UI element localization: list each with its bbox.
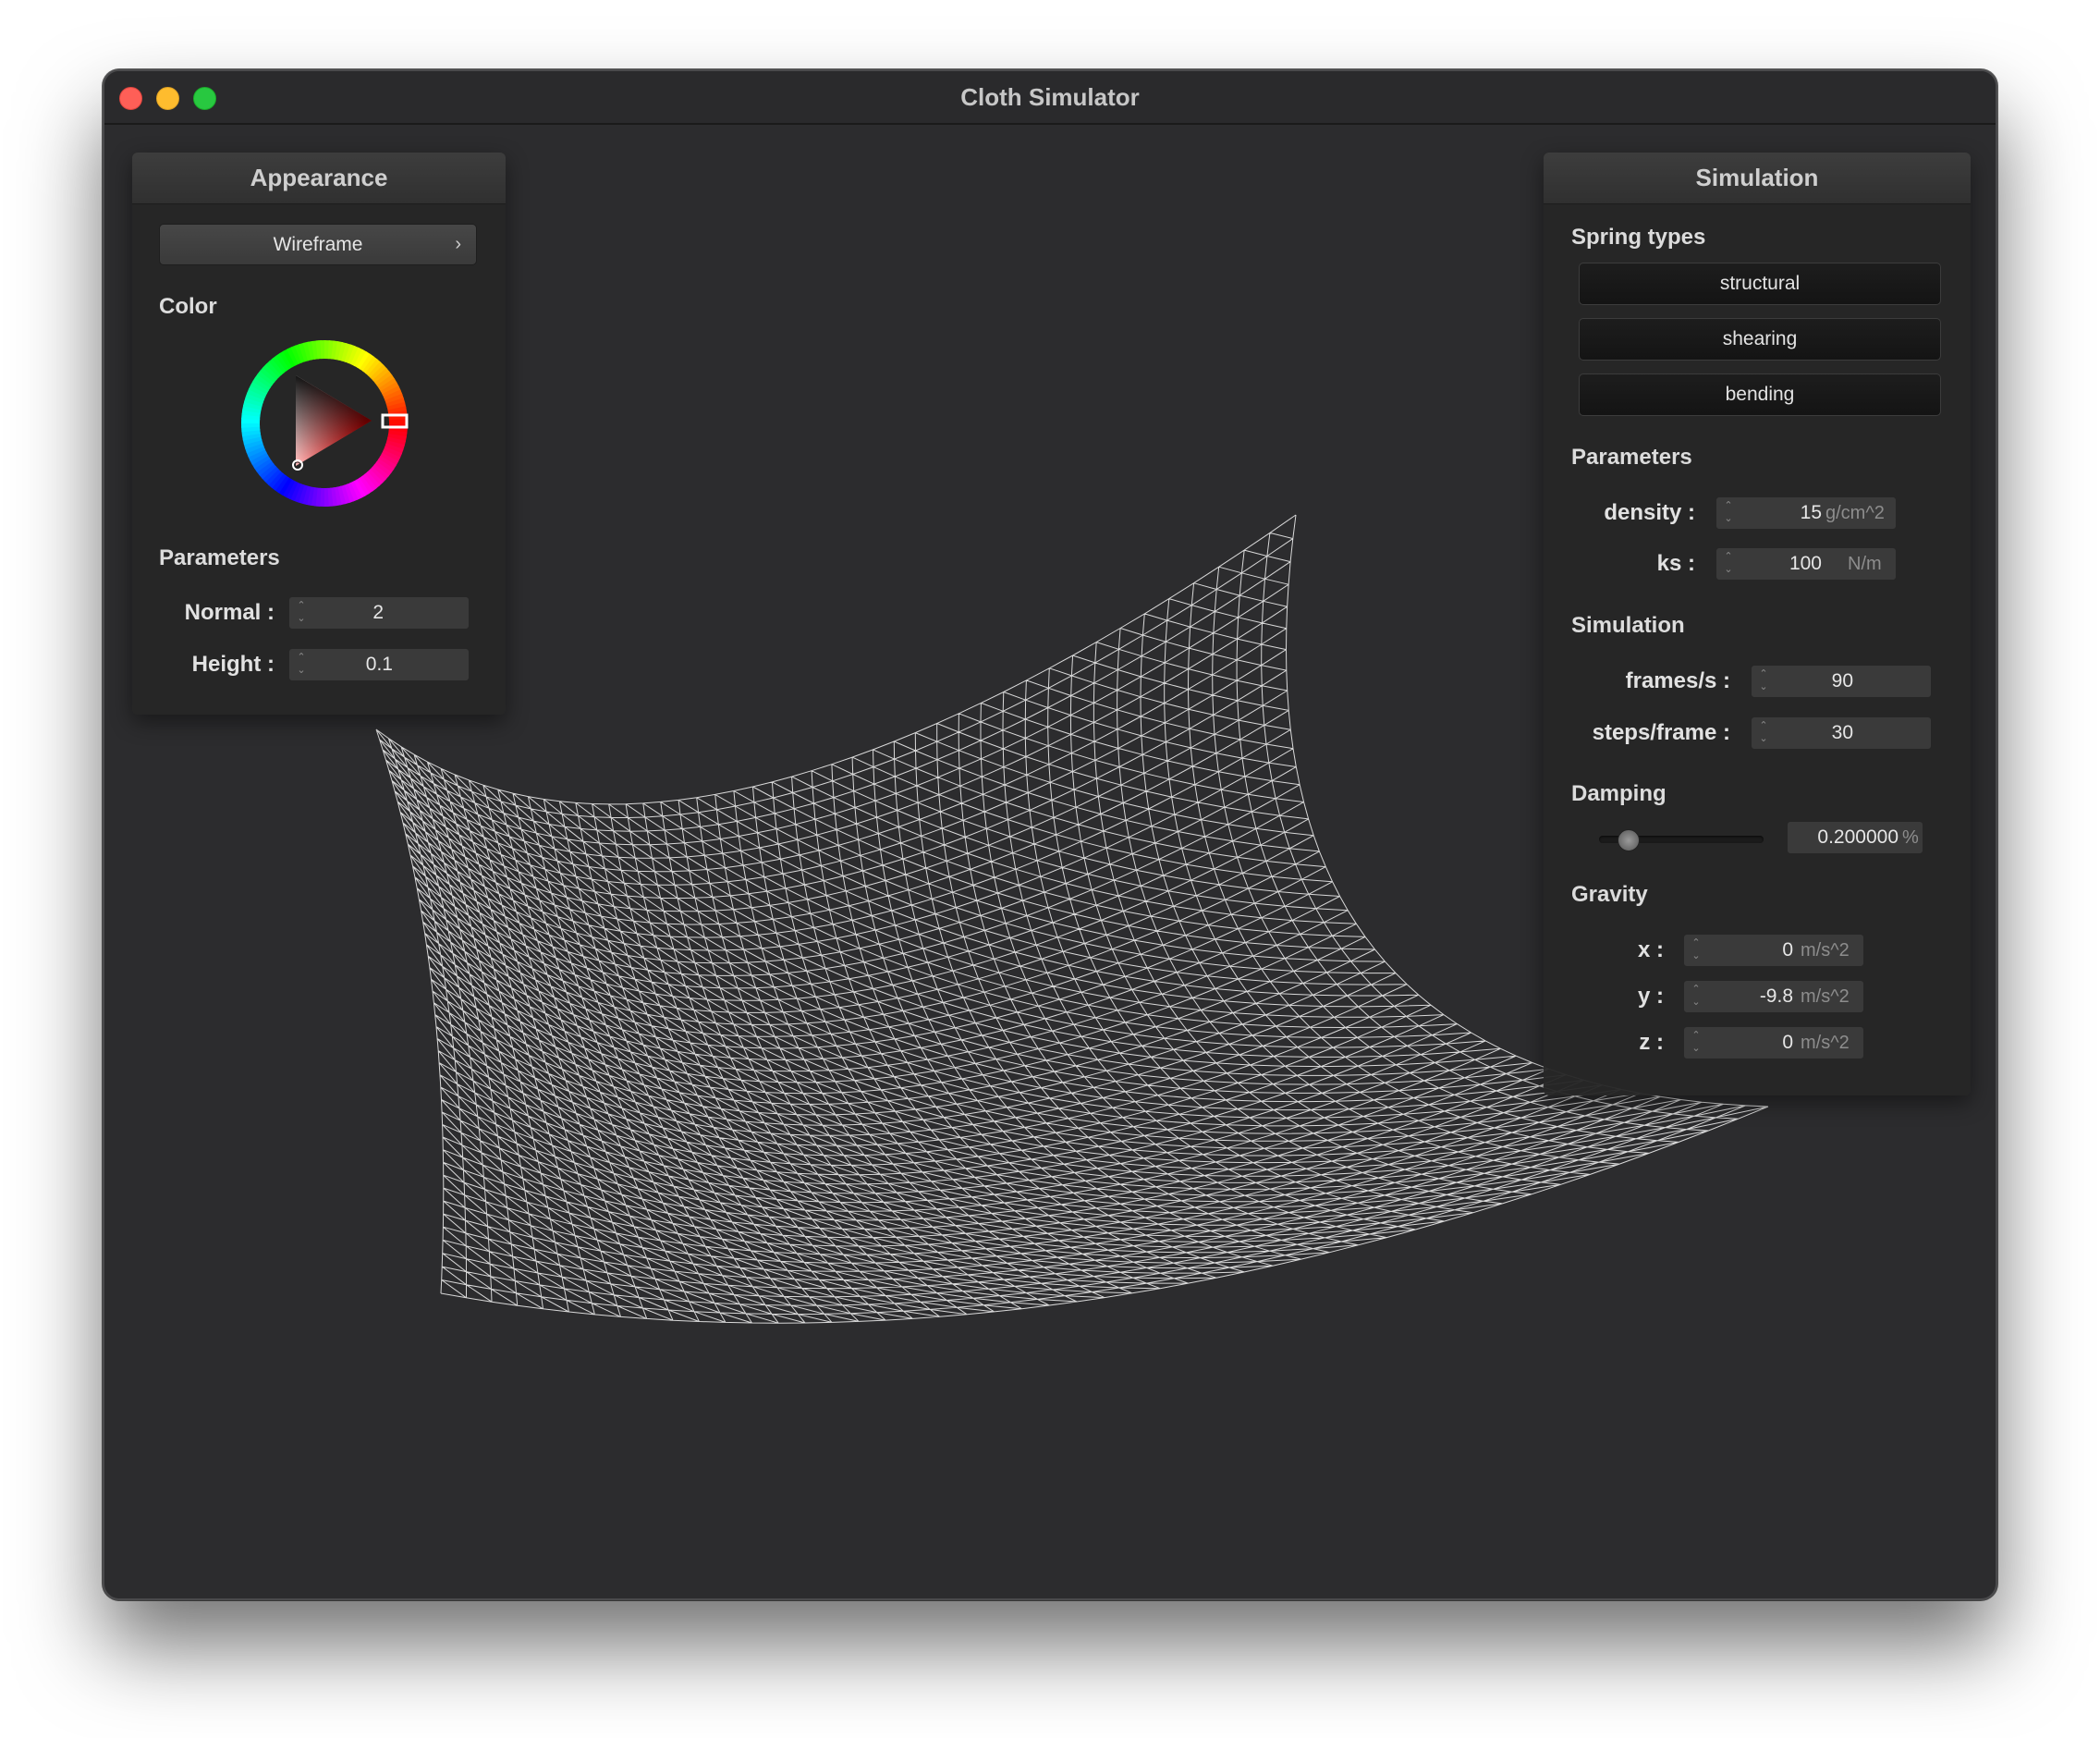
- shader-dropdown[interactable]: Wireframe ›: [159, 224, 477, 265]
- window-title: Cloth Simulator: [960, 83, 1140, 111]
- spring-types-label: Spring types: [1571, 225, 1706, 250]
- height-input[interactable]: ⌃ ⌄ 0.1: [288, 648, 470, 681]
- stepper-arrows-icon[interactable]: ⌃ ⌄: [1690, 936, 1703, 962]
- simulation-panel: Simulation Spring types structural shear…: [1544, 153, 1971, 1095]
- gravity-x-label: x :: [1637, 937, 1664, 962]
- normal-label: Normal :: [184, 600, 275, 625]
- stepper-arrows-icon[interactable]: ⌃ ⌄: [1757, 719, 1770, 745]
- gravity-x-unit: m/s^2: [1801, 940, 1850, 961]
- fps-value: 90: [1831, 670, 1853, 692]
- appearance-panel-title: Appearance: [132, 153, 506, 204]
- ks-unit: N/m: [1848, 554, 1882, 574]
- stepper-arrows-icon[interactable]: ⌃ ⌄: [1722, 550, 1735, 576]
- damping-input[interactable]: 0.200000 %: [1787, 821, 1923, 854]
- damping-value: 0.200000: [1817, 826, 1899, 848]
- ks-value: 100: [1789, 553, 1822, 574]
- gravity-z-value: 0: [1782, 1032, 1793, 1053]
- stepper-arrows-icon[interactable]: ⌃ ⌄: [1757, 667, 1770, 693]
- ks-input[interactable]: ⌃ ⌄ 100 N/m: [1715, 547, 1897, 581]
- gravity-y-unit: m/s^2: [1801, 986, 1850, 1007]
- color-section-label: Color: [159, 294, 217, 319]
- fps-input[interactable]: ⌃ ⌄ 90: [1751, 665, 1932, 698]
- appearance-panel: Appearance Wireframe › Color Parameters …: [132, 153, 506, 715]
- sim-parameters-label: Parameters: [1571, 445, 1692, 470]
- color-wheel-icon: [241, 340, 409, 507]
- height-value: 0.1: [365, 654, 393, 675]
- stepper-arrows-icon[interactable]: ⌃ ⌄: [1722, 499, 1735, 525]
- gravity-z-label: z :: [1639, 1030, 1664, 1055]
- density-unit: g/cm^2: [1825, 503, 1885, 523]
- normal-value: 2: [372, 602, 384, 623]
- gravity-y-label: y :: [1637, 984, 1664, 1009]
- steps-input[interactable]: ⌃ ⌄ 30: [1751, 716, 1932, 750]
- height-label: Height :: [191, 652, 275, 677]
- damping-slider-handle[interactable]: [1618, 829, 1640, 851]
- density-value: 15: [1800, 502, 1822, 523]
- steps-value: 30: [1831, 722, 1853, 743]
- damping-unit: %: [1902, 827, 1919, 848]
- gravity-x-value: 0: [1782, 939, 1793, 961]
- appearance-parameters-label: Parameters: [159, 545, 280, 570]
- stepper-arrows-icon[interactable]: ⌃ ⌄: [295, 651, 308, 677]
- density-label: density :: [1604, 500, 1695, 525]
- simulation-panel-title: Simulation: [1544, 153, 1971, 204]
- gravity-label: Gravity: [1571, 882, 1648, 907]
- title-bar[interactable]: Cloth Simulator: [104, 71, 1996, 125]
- gravity-y-value: -9.8: [1759, 985, 1793, 1007]
- stepper-arrows-icon[interactable]: ⌃ ⌄: [295, 599, 308, 625]
- damping-label: Damping: [1571, 781, 1667, 806]
- app-window: Cloth Simulator Appearance Wireframe › C…: [103, 69, 1997, 1600]
- chevron-right-icon: ›: [455, 234, 461, 254]
- gravity-x-input[interactable]: ⌃ ⌄ 0 m/s^2: [1683, 934, 1864, 967]
- ks-label: ks :: [1656, 551, 1695, 576]
- gravity-y-input[interactable]: ⌃ ⌄ -9.8 m/s^2: [1683, 980, 1864, 1013]
- shearing-button[interactable]: shearing: [1579, 318, 1941, 361]
- fps-label: frames/s :: [1625, 668, 1730, 693]
- shader-dropdown-label: Wireframe: [273, 234, 363, 255]
- simulation-section-label: Simulation: [1571, 613, 1685, 638]
- density-input[interactable]: ⌃ ⌄ 15 g/cm^2: [1715, 496, 1897, 530]
- stepper-arrows-icon[interactable]: ⌃ ⌄: [1690, 1029, 1703, 1055]
- color-wheel[interactable]: [239, 338, 409, 508]
- normal-input[interactable]: ⌃ ⌄ 2: [288, 596, 470, 630]
- structural-button[interactable]: structural: [1579, 263, 1941, 305]
- stepper-arrows-icon[interactable]: ⌃ ⌄: [1690, 983, 1703, 1009]
- gravity-z-input[interactable]: ⌃ ⌄ 0 m/s^2: [1683, 1026, 1864, 1059]
- bending-button[interactable]: bending: [1579, 373, 1941, 416]
- gravity-z-unit: m/s^2: [1801, 1033, 1850, 1053]
- steps-label: steps/frame :: [1592, 720, 1730, 745]
